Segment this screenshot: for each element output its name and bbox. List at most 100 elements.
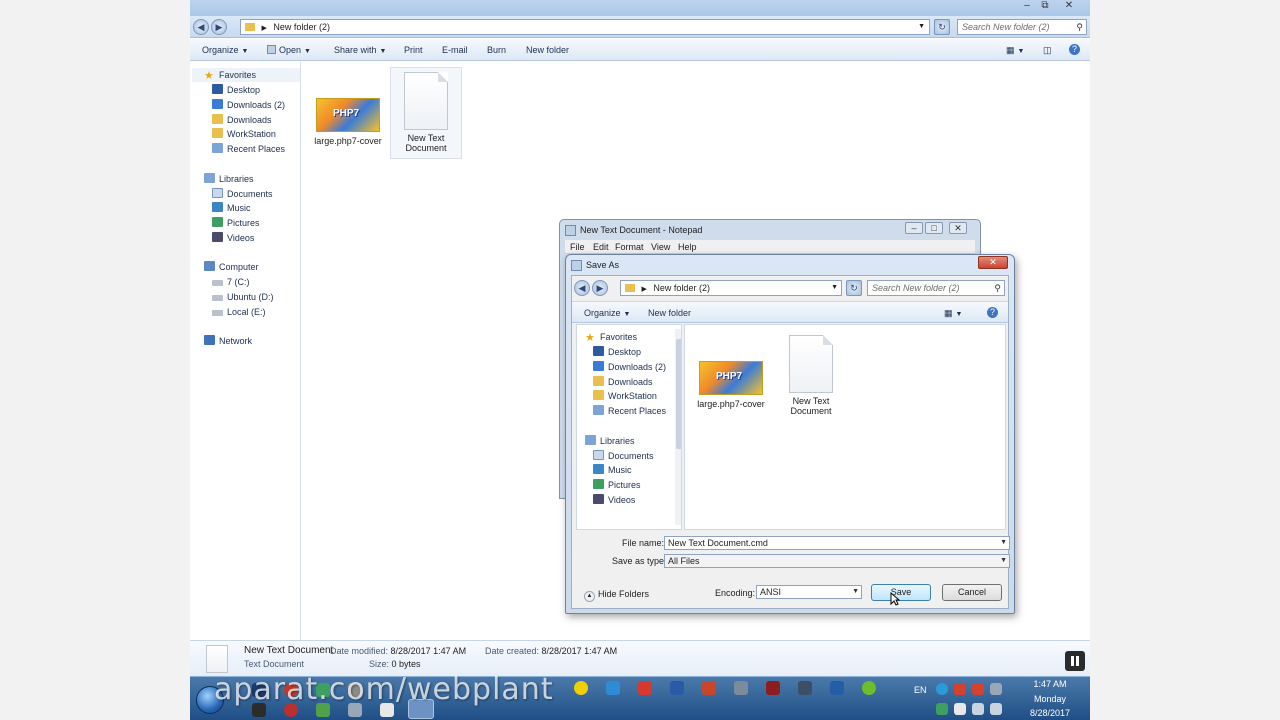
minimize-icon[interactable]: – [1018, 0, 1036, 13]
nav-workstation[interactable]: WorkStation [212, 127, 276, 141]
dialog-organize-button[interactable]: Organize ▼ [584, 308, 630, 318]
dialog-address-input[interactable]: ▶ New folder (2) ▼ [620, 280, 842, 296]
app-icon[interactable] [702, 681, 716, 695]
clock-date[interactable]: 8/28/2017 [1020, 708, 1080, 718]
hide-folders-button[interactable]: ▲ Hide Folders [584, 589, 649, 602]
open-button[interactable]: Open ▼ [267, 45, 311, 55]
nav-network[interactable]: Network [204, 334, 252, 348]
dialog-search-input[interactable]: Search New folder (2) ⚲ [867, 280, 1005, 296]
clock-time[interactable]: 1:47 AM [1020, 679, 1080, 689]
app-icon[interactable] [574, 681, 588, 695]
dialog-view-options-icon[interactable]: ▦ ▼ [944, 308, 962, 319]
address-dropdown-icon[interactable]: ▼ [831, 281, 838, 295]
file-item[interactable]: PHP7 large.php7-cover [312, 98, 384, 146]
tray-app-icon[interactable] [990, 683, 1002, 695]
address-dropdown-icon[interactable]: ▼ [918, 20, 925, 34]
address-input[interactable]: ▶ New folder (2) ▼ [240, 19, 930, 35]
nav-drive-d[interactable]: Ubuntu (D:) [212, 290, 274, 304]
tray-app-icon[interactable] [936, 703, 948, 715]
mail-icon[interactable] [954, 703, 966, 715]
email-button[interactable]: E-mail [442, 45, 468, 55]
nav-drive-e[interactable]: Local (E:) [212, 305, 266, 319]
language-indicator[interactable]: EN [914, 685, 927, 695]
dialog-nav-videos[interactable]: Videos [593, 493, 635, 507]
nav-downloads-2[interactable]: Downloads (2) [212, 98, 285, 112]
save-type-select[interactable]: All Files ▼ [664, 554, 1010, 568]
encoding-select[interactable]: ANSI ▼ [756, 585, 862, 599]
volume-icon[interactable] [990, 703, 1002, 715]
chevron-down-icon[interactable]: ▼ [1000, 555, 1007, 567]
dialog-help-icon[interactable]: ? [987, 307, 998, 318]
refresh-icon[interactable]: ↻ [934, 19, 950, 35]
notepad-close-button[interactable]: ✕ [949, 222, 967, 234]
nav-favorites[interactable]: ★ Favorites [204, 68, 256, 82]
pause-icon[interactable] [1065, 651, 1085, 671]
nav-recent-places[interactable]: Recent Places [212, 142, 285, 156]
app-icon[interactable] [862, 681, 876, 695]
nav-videos[interactable]: Videos [212, 231, 254, 245]
app-icon[interactable] [766, 681, 780, 695]
nav-documents[interactable]: Documents [212, 187, 273, 201]
dialog-nav-desktop[interactable]: Desktop [593, 345, 641, 359]
view-options-icon[interactable]: ▦ ▼ [1006, 45, 1024, 56]
clock-day[interactable]: Monday [1020, 694, 1080, 704]
nav-drive-c[interactable]: 7 (C:) [212, 275, 250, 289]
dialog-nav-downloads-2[interactable]: Downloads (2) [593, 360, 666, 374]
back-button[interactable]: ◀ [193, 19, 209, 35]
dialog-nav-recent-places[interactable]: Recent Places [593, 404, 666, 418]
dialog-forward-button[interactable]: ▶ [592, 280, 608, 296]
menu-edit[interactable]: Edit [593, 242, 609, 252]
dialog-back-button[interactable]: ◀ [574, 280, 590, 296]
save-button[interactable]: Save [871, 584, 931, 601]
dialog-nav-downloads[interactable]: Downloads [593, 375, 653, 389]
app-icon[interactable] [830, 681, 844, 695]
nav-libraries[interactable]: Libraries [204, 172, 254, 186]
file-name-input[interactable]: New Text Document.cmd ▼ [664, 536, 1010, 550]
nav-music[interactable]: Music [212, 201, 251, 215]
search-input[interactable]: Search New folder (2) ⚲ [957, 19, 1087, 35]
dialog-nav-music[interactable]: Music [593, 463, 632, 477]
scrollbar-thumb[interactable] [676, 339, 681, 449]
tray-app-icon[interactable] [972, 683, 984, 695]
dialog-nav-workstation[interactable]: WorkStation [593, 389, 657, 403]
menu-file[interactable]: File [570, 242, 585, 252]
nav-desktop[interactable]: Desktop [212, 83, 260, 97]
nav-pictures[interactable]: Pictures [212, 216, 260, 230]
forward-button[interactable]: ▶ [211, 19, 227, 35]
app-icon[interactable] [734, 681, 748, 695]
menu-view[interactable]: View [651, 242, 670, 252]
dialog-nav-documents[interactable]: Documents [593, 449, 654, 463]
tray-app-icon[interactable] [954, 683, 966, 695]
print-button[interactable]: Print [404, 45, 423, 55]
dialog-nav-scrollbar[interactable] [675, 329, 681, 525]
notepad-maximize-button[interactable]: □ [925, 222, 943, 234]
chevron-down-icon[interactable]: ▼ [852, 586, 859, 598]
dialog-nav-favorites[interactable]: ★ Favorites [585, 330, 637, 344]
burn-button[interactable]: Burn [487, 45, 506, 55]
help-icon[interactable]: ? [1069, 44, 1080, 55]
chevron-down-icon[interactable]: ▼ [1000, 537, 1007, 549]
telegram-icon[interactable] [936, 683, 948, 695]
cancel-button[interactable]: Cancel [942, 584, 1002, 601]
dialog-nav-libraries[interactable]: Libraries [585, 434, 635, 448]
restore-icon[interactable]: ⧉ [1036, 0, 1054, 13]
close-icon[interactable]: ✕ [1060, 0, 1078, 13]
menu-format[interactable]: Format [615, 242, 644, 252]
app-icon[interactable] [606, 681, 620, 695]
file-item[interactable]: New Text Document [390, 67, 462, 159]
menu-help[interactable]: Help [678, 242, 697, 252]
dialog-nav-pictures[interactable]: Pictures [593, 478, 641, 492]
preview-pane-icon[interactable]: ◫ [1043, 45, 1052, 56]
dialog-refresh-icon[interactable]: ↻ [846, 280, 862, 296]
app-icon[interactable] [798, 681, 812, 695]
network-status-icon[interactable] [972, 703, 984, 715]
nav-computer[interactable]: Computer [204, 260, 259, 274]
notepad-minimize-button[interactable]: – [905, 222, 923, 234]
new-folder-button[interactable]: New folder [526, 45, 569, 55]
dialog-close-button[interactable]: ✕ [978, 256, 1008, 269]
app-icon[interactable] [670, 681, 684, 695]
share-with-button[interactable]: Share with ▼ [334, 45, 386, 55]
dialog-file-item[interactable]: PHP7 large.php7-cover [695, 361, 767, 409]
dialog-new-folder-button[interactable]: New folder [648, 308, 691, 318]
app-icon[interactable] [638, 681, 652, 695]
